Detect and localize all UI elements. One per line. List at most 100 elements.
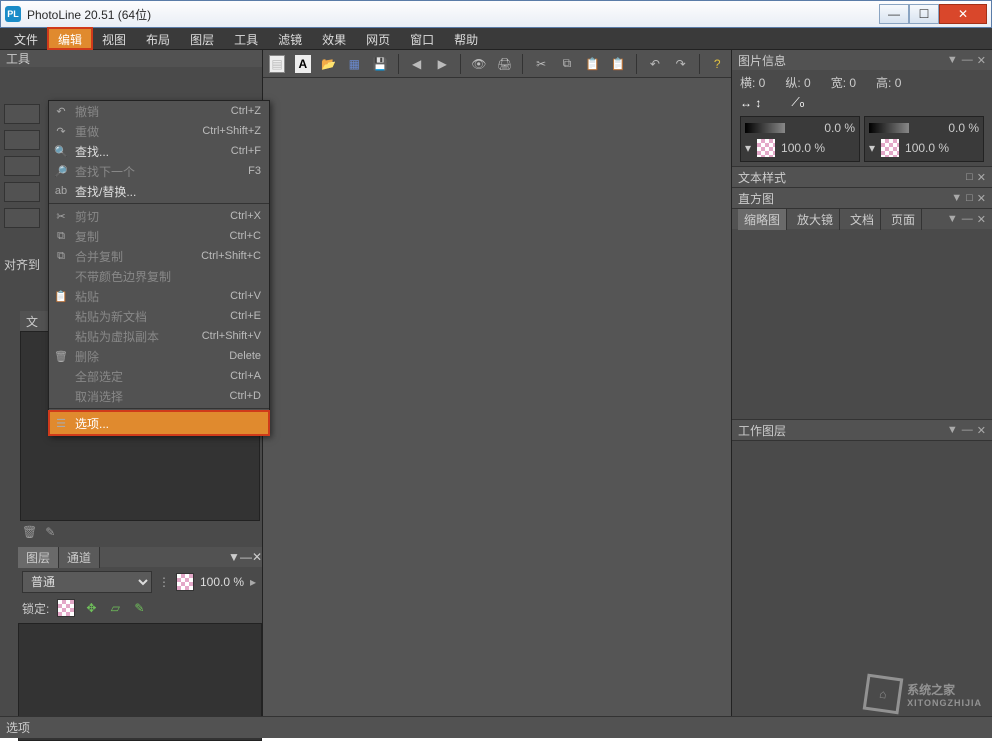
grid-icon[interactable]: ▦ [346, 55, 362, 73]
tool-stub[interactable] [4, 104, 40, 124]
histogram-title: 直方图 [738, 190, 947, 207]
open-icon[interactable]: 📂 [321, 55, 337, 73]
tab-layers[interactable]: 图层 [18, 547, 59, 568]
menu-item-label: 粘贴为虚拟副本 [75, 328, 202, 345]
menu-item-label: 取消选择 [75, 388, 230, 405]
preview-icon[interactable]: 👁 [471, 55, 487, 73]
menu-item-粘贴: 📋粘贴Ctrl+V [49, 286, 269, 306]
close-panel-icon[interactable]: ✕ [977, 54, 986, 67]
tab-doc[interactable]: 文档 [844, 209, 881, 230]
angle-icon: ⟋ₒ [791, 95, 804, 110]
collapse-icon[interactable]: □ [966, 192, 973, 204]
tool-stub[interactable] [4, 182, 40, 202]
menu-edit[interactable]: 编辑 [48, 28, 92, 49]
chevron-right-icon[interactable]: ▸ [250, 575, 256, 589]
tool-stub[interactable] [4, 130, 40, 150]
info-x: 横: 0 [740, 74, 765, 91]
menu-file[interactable]: 文件 [4, 28, 48, 49]
menu-item-撤销: ↶撤销Ctrl+Z [49, 101, 269, 121]
menu-item-shortcut: Ctrl+E [230, 310, 261, 322]
thumb-body [732, 229, 992, 419]
chevron-down-icon[interactable]: ▾ [869, 141, 875, 155]
menu-layout[interactable]: 布局 [136, 28, 180, 49]
print-icon[interactable]: 🖨 [497, 55, 513, 73]
brush-icon[interactable]: ✎ [45, 525, 55, 539]
text-icon[interactable]: A [295, 55, 311, 73]
lock-crop-icon[interactable]: ▱ [107, 600, 123, 616]
save-icon[interactable]: 💾 [372, 55, 388, 73]
layer-opacity[interactable]: 100.0 % [200, 575, 244, 589]
menu-item-shortcut: Delete [229, 350, 261, 362]
checker-icon [881, 139, 899, 157]
menu-web[interactable]: 网页 [356, 28, 400, 49]
dropdown-icon[interactable]: ▼ [951, 192, 962, 204]
link-icon[interactable]: ⋮ [158, 575, 170, 589]
dropdown-icon[interactable]: ▼ [228, 550, 240, 564]
close-panel-icon[interactable]: ✕ [252, 550, 262, 564]
menu-item-label: 合并复制 [75, 248, 201, 265]
menu-item-剪切: ✂剪切Ctrl+X [49, 206, 269, 226]
maximize-button[interactable]: ☐ [909, 4, 939, 24]
trash-icon[interactable]: 🗑 [22, 525, 37, 539]
menu-view[interactable]: 视图 [92, 28, 136, 49]
tool-stub[interactable] [4, 208, 40, 228]
menu-item-shortcut: Ctrl+A [230, 370, 261, 382]
menu-item-icon: ⧉ [53, 230, 69, 243]
menu-item-查找...[interactable]: 🔍查找...Ctrl+F [49, 141, 269, 161]
help-icon[interactable]: ? [709, 55, 725, 73]
close-panel-icon[interactable]: ✕ [977, 424, 986, 437]
tab-magnifier[interactable]: 放大镜 [791, 209, 840, 230]
menu-effects[interactable]: 效果 [312, 28, 356, 49]
watermark-sub: XITONGZHIJIA [907, 698, 982, 708]
nav-tab[interactable]: 文 [26, 313, 38, 330]
tab-page[interactable]: 页面 [885, 209, 922, 230]
window-title: PhotoLine 20.51 (64位) [27, 6, 151, 23]
close-panel-icon[interactable]: ✕ [977, 213, 986, 226]
menu-layer[interactable]: 图层 [180, 28, 224, 49]
close-panel-icon[interactable]: ✕ [977, 192, 986, 205]
prev-icon[interactable]: ◀ [409, 55, 425, 73]
menu-help[interactable]: 帮助 [444, 28, 488, 49]
tools-panel-title: 工具 [6, 50, 256, 67]
collapse-icon[interactable]: □ [966, 171, 973, 183]
info-h: 高: 0 [876, 74, 901, 91]
minimize-icon[interactable]: — [962, 54, 973, 66]
tab-channels[interactable]: 通道 [59, 547, 100, 568]
minimize-icon[interactable]: — [240, 550, 252, 564]
lock-trans-icon[interactable] [57, 599, 75, 617]
minimize-icon[interactable]: — [962, 213, 973, 225]
lock-move-icon[interactable]: ✥ [83, 600, 99, 616]
menu-tools[interactable]: 工具 [224, 28, 268, 49]
menu-item-label: 剪切 [75, 208, 230, 225]
new-doc-icon[interactable]: ▤ [269, 55, 285, 73]
pct-b: 0.0 % [948, 121, 979, 135]
menu-window[interactable]: 窗口 [400, 28, 444, 49]
menu-item-选项...[interactable]: ☰选项... [49, 411, 269, 435]
menu-item-查找/替换...[interactable]: ab查找/替换... [49, 181, 269, 201]
tool-stub[interactable] [4, 156, 40, 176]
paste2-icon[interactable]: 📋 [611, 55, 627, 73]
blend-mode-select[interactable]: 普通 [22, 571, 152, 593]
undo-icon[interactable]: ↶ [647, 55, 663, 73]
paste-icon[interactable]: 📋 [585, 55, 601, 73]
next-icon[interactable]: ▶ [434, 55, 450, 73]
chevron-down-icon[interactable]: ▾ [745, 141, 751, 155]
menu-filter[interactable]: 滤镜 [268, 28, 312, 49]
info-y: 纵: 0 [785, 74, 810, 91]
dropdown-icon[interactable]: ▼ [947, 213, 958, 225]
dropdown-icon[interactable]: ▼ [947, 424, 958, 436]
redo-icon[interactable]: ↷ [673, 55, 689, 73]
menu-item-icon: ↶ [53, 105, 69, 118]
minimize-icon[interactable]: — [962, 424, 973, 436]
copy-icon[interactable]: ⧉ [559, 55, 575, 73]
dropdown-icon[interactable]: ▼ [947, 54, 958, 66]
tab-thumb[interactable]: 缩略图 [738, 209, 787, 230]
arrows-icon[interactable]: ↔ ↕ [740, 96, 761, 110]
cut-icon[interactable]: ✂ [533, 55, 549, 73]
close-panel-icon[interactable]: ✕ [977, 171, 986, 184]
close-button[interactable]: ✕ [939, 4, 987, 24]
edit-menu-dropdown: ↶撤销Ctrl+Z↷重做Ctrl+Shift+Z🔍查找...Ctrl+F🔎查找下… [48, 100, 270, 436]
minimize-button[interactable]: — [879, 4, 909, 24]
lock-paint-icon[interactable]: ✎ [131, 600, 147, 616]
tools-panel-header: 工具 [0, 50, 262, 67]
